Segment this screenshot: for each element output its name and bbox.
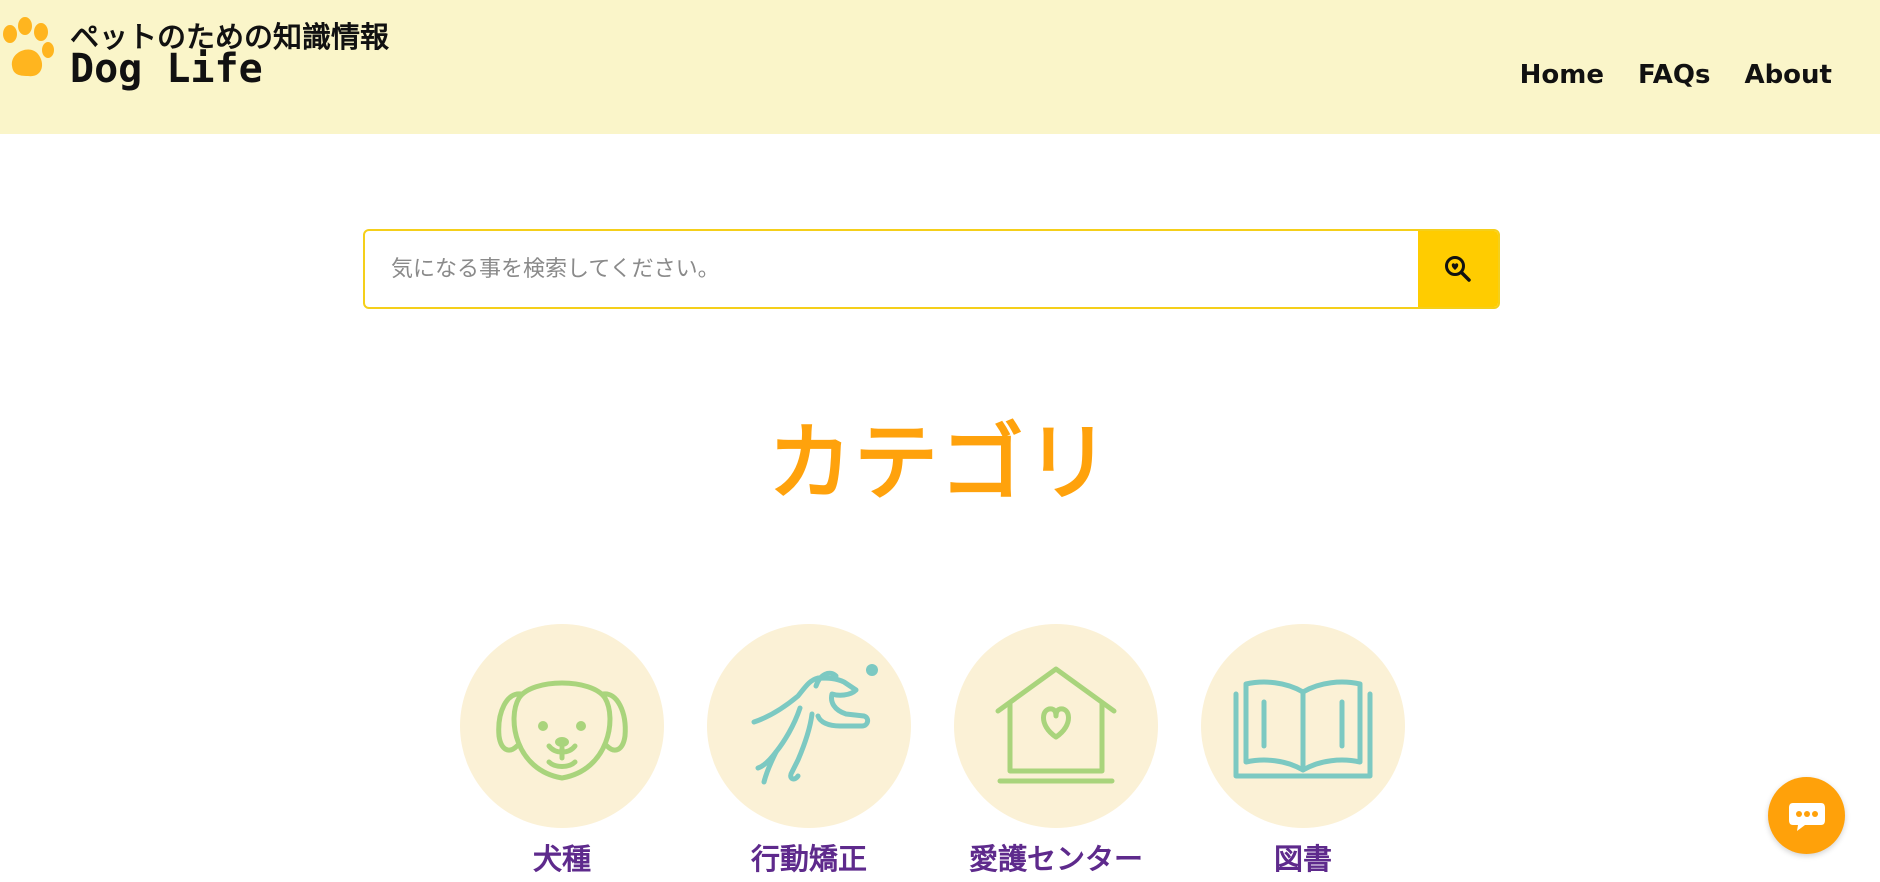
site-brand[interactable]: Dog Life [70,46,263,92]
search-button[interactable] [1418,231,1498,307]
open-book-icon [1233,679,1373,779]
category-title: カテゴリ [767,414,1112,512]
category-icon-circle [954,624,1158,828]
search-bar [363,229,1500,309]
paw-logo-icon[interactable] [0,16,56,82]
dog-face-icon [496,680,628,781]
category-label: 行動矯正 [750,842,867,876]
category-label: 犬種 [532,842,591,876]
chat-button[interactable] [1768,777,1845,854]
category-icon-circle [460,624,664,828]
category-label: 図書 [1273,842,1332,876]
nav-home[interactable]: Home [1520,60,1604,90]
category-label: 愛護センター [968,842,1143,876]
jumping-dog-icon [751,664,878,785]
search-input[interactable] [365,231,1418,307]
category-dog-breeds[interactable]: 犬種 [460,624,664,878]
chat-bubble-icon [1788,802,1825,831]
nav-about[interactable]: About [1744,60,1832,90]
category-shelter-center[interactable]: 愛護センター [954,624,1158,878]
nav-faqs[interactable]: FAQs [1638,60,1710,90]
site-header: ペットのための知識情報 Dog Life Home FAQs About [0,0,1880,134]
search-icon [1445,256,1471,282]
category-icon-circle [1201,624,1405,828]
heart-house-icon [995,666,1117,784]
category-behavior-training[interactable]: 行動矯正 [707,624,911,878]
category-books[interactable]: 図書 [1201,624,1405,878]
main-nav: Home FAQs About [1520,60,1832,90]
category-icon-circle [707,624,911,828]
